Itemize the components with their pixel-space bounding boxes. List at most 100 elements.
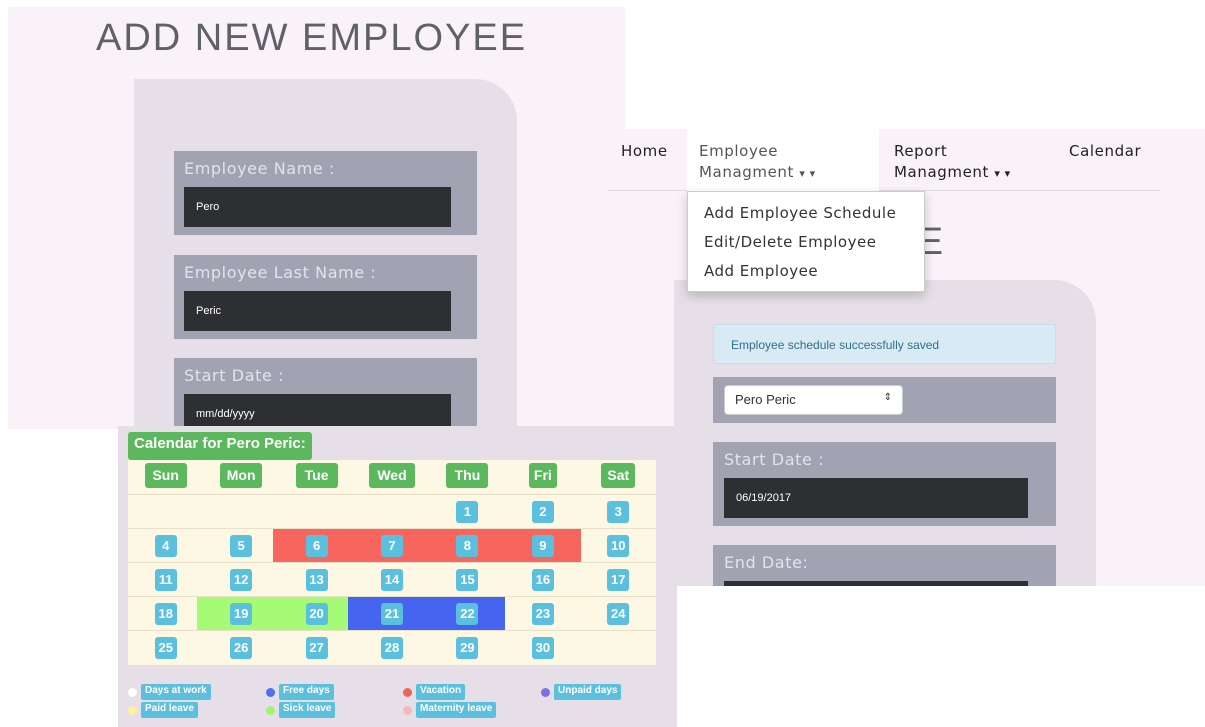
- calendar-day[interactable]: 16: [531, 569, 554, 591]
- calendar-day[interactable]: 17: [607, 569, 630, 591]
- weekday-header: Thu: [446, 463, 489, 488]
- start-date-input[interactable]: 06/19/2017: [724, 478, 1028, 518]
- end-date-input[interactable]: [724, 581, 1028, 586]
- calendar-day[interactable]: 8: [456, 535, 479, 557]
- calendar-day[interactable]: 2: [531, 501, 554, 523]
- nav-report-management-label-1: Report: [894, 142, 948, 160]
- navbar: Home Employee Managment ▾ ▾ Report Manag…: [608, 129, 1160, 191]
- calendar-week-row: 11 12 13 14 15 16 17: [128, 562, 656, 596]
- weekday-header: Sun: [144, 463, 187, 488]
- employee-last-name-group: Employee Last Name : Peric: [174, 255, 477, 339]
- calendar-grid: Sun Mon Tue Wed Thu Fri Sat 1 2 3 4 5 6 7 8 9 10 11 12 13 14…: [128, 460, 656, 665]
- calendar-week-row: 25 26 27 28 29 30: [128, 630, 656, 664]
- start-date-label: Start Date :: [724, 450, 825, 469]
- employee-name-label: Employee Name :: [184, 159, 336, 178]
- calendar-day[interactable]: 22: [456, 603, 479, 625]
- calendar-day[interactable]: 9: [531, 535, 554, 557]
- calendar-day[interactable]: 30: [531, 637, 554, 659]
- employee-select-value: Pero Peric: [735, 392, 796, 407]
- select-arrows-icon: ⇕: [883, 392, 892, 403]
- calendar-day[interactable]: 19: [230, 603, 253, 625]
- start-date-group: Start Date : 06/19/2017: [713, 442, 1056, 526]
- legend-label: Free days: [279, 684, 334, 700]
- weekday-header: Tue: [295, 463, 338, 488]
- calendar-week-row: 1 2 3: [128, 494, 656, 528]
- nav-report-management-label-2: Managment: [894, 163, 989, 181]
- nav-calendar[interactable]: Calendar: [1069, 141, 1141, 162]
- menu-item-add-employee-schedule[interactable]: Add Employee Schedule: [704, 204, 896, 222]
- calendar-day[interactable]: 26: [230, 637, 253, 659]
- calendar-highlight: [197, 597, 355, 631]
- calendar-day[interactable]: 6: [305, 535, 328, 557]
- legend-label: Vacation: [416, 684, 466, 700]
- legend-dot-icon: [128, 688, 137, 697]
- end-date-group: End Date:: [713, 545, 1056, 586]
- employee-form: Employee Name : Pero Employee Last Name …: [134, 79, 517, 429]
- calendar-day[interactable]: 27: [305, 637, 328, 659]
- calendar-day[interactable]: 3: [607, 501, 630, 523]
- calendar-day[interactable]: 14: [381, 569, 403, 591]
- legend-label: Unpaid days: [554, 684, 622, 700]
- start-date-label: Start Date :: [184, 366, 285, 385]
- calendar-day[interactable]: 25: [154, 637, 177, 659]
- calendar-day[interactable]: 18: [154, 603, 177, 625]
- weekday-header: Fri: [528, 463, 557, 488]
- calendar-title: Calendar for Pero Peric:: [128, 432, 312, 460]
- calendar-day[interactable]: 15: [456, 569, 479, 591]
- legend-dot-icon: [128, 706, 137, 715]
- menu-item-add-employee[interactable]: Add Employee: [704, 262, 818, 280]
- weekday-header: Wed: [369, 463, 415, 488]
- success-alert: Employee schedule successfully saved: [713, 324, 1056, 364]
- employee-name-group: Employee Name : Pero: [174, 151, 477, 235]
- calendar-day[interactable]: 21: [381, 603, 403, 625]
- calendar-day[interactable]: 29: [456, 637, 479, 659]
- calendar-day[interactable]: 23: [531, 603, 554, 625]
- calendar-day[interactable]: 10: [607, 535, 630, 557]
- calendar-day[interactable]: 1: [456, 501, 479, 523]
- legend-dot-icon: [403, 706, 412, 715]
- page-title: ADD NEW EMPLOYEE: [96, 17, 528, 59]
- calendar-day[interactable]: 12: [230, 569, 253, 591]
- weekday-header-row: Sun Mon Tue Wed Thu Fri Sat: [128, 460, 656, 494]
- weekday-header: Mon: [220, 463, 263, 488]
- nav-employee-management[interactable]: Employee Managment ▾ ▾: [699, 141, 816, 184]
- nav-report-management[interactable]: Report Managment ▾ ▾: [894, 141, 1011, 184]
- weekday-header: Sat: [601, 463, 636, 488]
- legend-dot-icon: [266, 706, 275, 715]
- calendar-day[interactable]: 20: [305, 603, 328, 625]
- legend-label: Days at work: [141, 684, 211, 700]
- employee-select[interactable]: Pero Peric ⇕: [724, 385, 903, 415]
- chevron-down-icon: ▾ ▾: [994, 167, 1011, 180]
- legend-dot-icon: [266, 688, 275, 697]
- schedule-form: Employee schedule successfully saved Per…: [674, 280, 1096, 586]
- employee-select-group: Pero Peric ⇕: [713, 377, 1056, 423]
- legend-label: Maternity leave: [416, 702, 497, 718]
- calendar-day[interactable]: 13: [305, 569, 328, 591]
- start-date-group: Start Date : mm/dd/yyyy: [174, 358, 477, 429]
- calendar-week-row: 18 19 20 21 22 23 24: [128, 596, 656, 631]
- legend-label: Sick leave: [279, 702, 336, 718]
- chevron-down-icon: ▾ ▾: [799, 167, 816, 180]
- end-date-label: End Date:: [724, 553, 809, 572]
- add-employee-page: ADD NEW EMPLOYEE Employee Name : Pero Em…: [8, 7, 625, 429]
- calendar-day[interactable]: 7: [381, 535, 403, 557]
- calendar-week-row: 4 5 6 7 8 9 10: [128, 528, 656, 563]
- calendar-day[interactable]: 28: [381, 637, 403, 659]
- calendar-highlight: [348, 597, 506, 631]
- legend-label: Paid leave: [141, 702, 198, 718]
- employee-name-input[interactable]: Pero: [184, 187, 451, 227]
- menu-item-edit-delete-employee[interactable]: Edit/Delete Employee: [704, 233, 876, 251]
- calendar-day[interactable]: 11: [154, 569, 177, 591]
- legend-dot-icon: [403, 688, 412, 697]
- legend-dot-icon: [541, 688, 550, 697]
- employee-last-name-label: Employee Last Name :: [184, 263, 377, 282]
- employee-management-dropdown: Add Employee Schedule Edit/Delete Employ…: [687, 191, 925, 292]
- start-date-input[interactable]: mm/dd/yyyy: [184, 394, 451, 429]
- nav-employee-management-label-2: Managment: [699, 163, 794, 181]
- nav-home[interactable]: Home: [621, 141, 668, 162]
- employee-last-name-input[interactable]: Peric: [184, 291, 451, 331]
- calendar-panel: Sun Mon Tue Wed Thu Fri Sat 1 2 3 4 5 6 7 8 9 10 11 12 13 14…: [118, 426, 677, 727]
- calendar-day[interactable]: 24: [607, 603, 630, 625]
- calendar-day[interactable]: 4: [154, 535, 177, 557]
- calendar-day[interactable]: 5: [230, 535, 253, 557]
